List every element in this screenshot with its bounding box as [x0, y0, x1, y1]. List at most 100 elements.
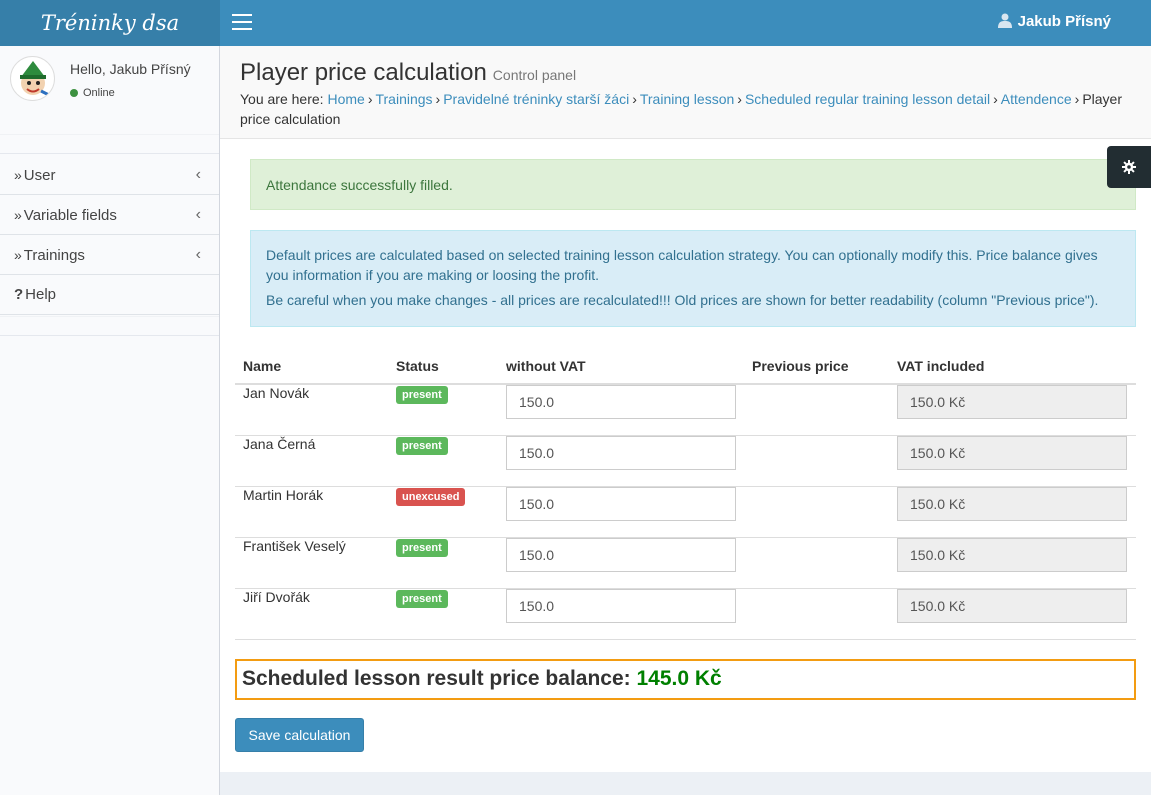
page-title: Player price calculation Control panel	[240, 59, 576, 87]
online-dot-icon	[70, 89, 78, 97]
column-header-previous-price: Previous price	[744, 349, 889, 385]
double-chevron-right-icon: »	[14, 167, 22, 183]
sidebar-item-label: Trainings	[23, 247, 85, 264]
gear-icon	[1122, 160, 1136, 174]
player-name: Jana Černá	[235, 435, 388, 487]
column-header-name: Name	[235, 349, 388, 385]
status-badge: unexcused	[396, 487, 466, 506]
user-greeting: Hello, Jakub Přísný	[70, 61, 191, 77]
price-vat-included-field	[897, 385, 1127, 419]
breadcrumb: You are here: Home › Trainings › Pravidelné …	[240, 89, 1140, 129]
breadcrumb-prefix: You are here:	[240, 91, 324, 107]
user-menu-name: Jakub Přísný	[1017, 13, 1111, 30]
sidebar-item-trainings[interactable]: » Trainings ‹	[0, 235, 219, 275]
sidebar-item-label: Variable fields	[23, 207, 117, 224]
player-name: František Veselý	[235, 537, 388, 589]
price-without-vat-input[interactable]	[506, 486, 736, 521]
user-menu[interactable]: Jakub Přísný	[997, 0, 1111, 46]
breadcrumb-lesson-detail[interactable]: Scheduled regular training lesson detail	[745, 91, 990, 107]
column-header-vat-included: VAT included	[889, 349, 1136, 385]
previous-price	[744, 384, 889, 436]
breadcrumb-separator: ›	[632, 91, 637, 107]
info-alert-warning: Be careful when you make changes - all p…	[266, 292, 1099, 308]
avatar	[10, 56, 55, 101]
info-alert-text: Default prices are calculated based on s…	[266, 247, 1098, 283]
breadcrumb-trainings[interactable]: Trainings	[375, 91, 432, 107]
sidebar-toggle-button[interactable]	[232, 14, 252, 30]
table-row: Martin Horák unexcused	[235, 486, 1136, 538]
status-badge: present	[396, 589, 448, 608]
breadcrumb-separator: ›	[435, 91, 441, 107]
question-icon: ?	[14, 286, 24, 303]
price-vat-included-field	[897, 537, 1127, 572]
status-badge: present	[396, 436, 448, 455]
hamburger-icon-bar	[232, 14, 252, 16]
price-balance-value: 145.0 Kč	[636, 667, 722, 690]
sidebar-item-label: User	[23, 167, 56, 184]
control-sidebar-toggle[interactable]	[1107, 146, 1151, 188]
success-alert: Attendance successfully filled.	[250, 159, 1136, 210]
previous-price	[744, 435, 889, 487]
price-without-vat-input[interactable]	[506, 537, 736, 572]
page-footer-area	[220, 772, 1151, 795]
table-row: Jana Černá present	[235, 435, 1136, 487]
hamburger-icon-bar	[232, 21, 252, 23]
breadcrumb-separator: ›	[993, 91, 998, 107]
info-alert: Default prices are calculated based on s…	[250, 230, 1136, 327]
online-status-label: Online	[83, 87, 115, 99]
breadcrumb-training-lesson[interactable]: Training lesson	[640, 91, 734, 107]
sidebar-item-label: Help	[25, 286, 57, 303]
breadcrumb-separator: ›	[367, 91, 373, 107]
page-subtitle: Control panel	[492, 67, 577, 83]
sidebar-item-user[interactable]: » User ‹	[0, 155, 219, 195]
price-vat-included-field	[897, 486, 1127, 521]
table-row: Jan Novák present	[235, 384, 1136, 436]
player-name: Martin Horák	[235, 486, 388, 538]
chevron-left-icon: ‹	[195, 166, 201, 183]
player-name: Jiří Dvořák	[235, 588, 388, 640]
price-without-vat-input[interactable]	[506, 435, 736, 470]
price-without-vat-input[interactable]	[506, 385, 736, 419]
online-status: Online	[70, 87, 115, 99]
sidebar-item-help[interactable]: ? Help	[0, 275, 219, 315]
price-without-vat-input[interactable]	[506, 588, 736, 623]
chevron-left-icon: ‹	[195, 206, 201, 223]
previous-price	[744, 588, 889, 640]
breadcrumb-home[interactable]: Home	[327, 91, 364, 107]
sidebar-search-area	[0, 134, 219, 154]
double-chevron-right-icon: »	[14, 247, 22, 263]
status-badge: present	[396, 386, 448, 404]
page-title-text: Player price calculation	[240, 59, 487, 86]
main-content: Attendance successfully filled. Default …	[220, 140, 1151, 772]
column-header-without-vat: without VAT	[498, 349, 744, 385]
player-name: Jan Novák	[235, 384, 388, 436]
sidebar-item-variable-fields[interactable]: » Variable fields ‹	[0, 195, 219, 235]
status-badge: present	[396, 538, 448, 557]
top-navbar: Tréninky dsa Jakub Přísný	[0, 0, 1151, 46]
column-header-status: Status	[388, 349, 498, 385]
price-vat-included-field	[897, 588, 1127, 623]
chevron-left-icon: ‹	[195, 246, 201, 263]
price-balance-box: Scheduled lesson result price balance: 1…	[235, 659, 1136, 700]
hamburger-icon-bar	[232, 28, 252, 30]
avatar-image	[20, 61, 54, 99]
breadcrumb-training-group[interactable]: Pravidelné tréninky starší žáci	[443, 91, 629, 107]
sidebar-menu: » User ‹ » Variable fields ‹ » Trainings ‹ …	[0, 155, 219, 315]
app-logo[interactable]: Tréninky dsa	[0, 0, 220, 46]
table-row: František Veselý present	[235, 537, 1136, 589]
breadcrumb-attendence[interactable]: Attendence	[1001, 91, 1072, 107]
price-table: Name Status without VAT Previous price V…	[235, 349, 1136, 640]
previous-price	[744, 486, 889, 538]
double-chevron-right-icon: »	[14, 207, 22, 223]
user-panel: Hello, Jakub Přísný Online	[0, 46, 219, 134]
table-row: Jiří Dvořák present	[235, 588, 1136, 640]
table-header-row: Name Status without VAT Previous price V…	[235, 349, 1136, 385]
content-header: Player price calculation Control panel Yo…	[220, 46, 1151, 139]
breadcrumb-separator: ›	[737, 91, 742, 107]
breadcrumb-separator: ›	[1074, 91, 1080, 107]
price-vat-included-field	[897, 435, 1127, 470]
user-icon	[997, 13, 1012, 28]
sidebar-divider	[0, 316, 219, 336]
save-calculation-button[interactable]: Save calculation	[235, 718, 364, 752]
previous-price	[744, 537, 889, 589]
